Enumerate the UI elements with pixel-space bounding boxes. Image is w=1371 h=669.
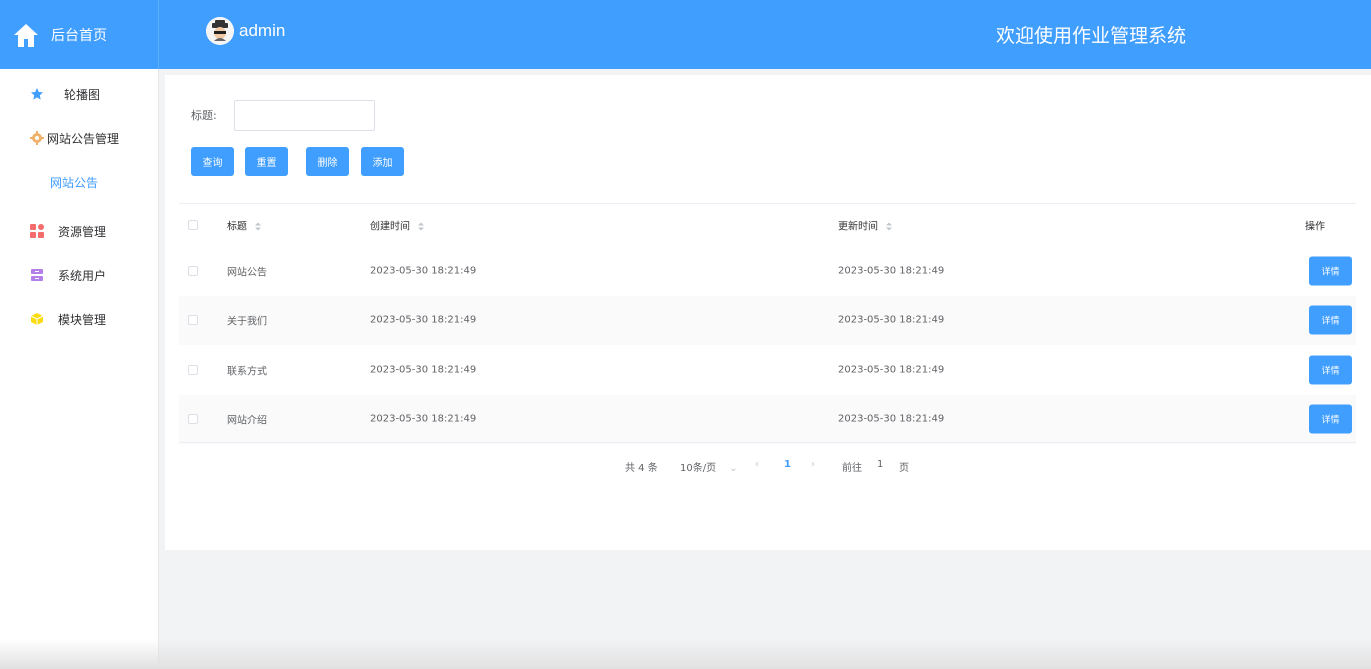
sidebar-item-notice[interactable]: 网站公告 [0,162,158,202]
detail-button[interactable]: 详情 [1309,305,1352,335]
cube-icon [30,312,44,326]
home-link[interactable]: 后台首页 [0,0,159,69]
column-header-created[interactable]: 创建时间 [370,218,425,233]
row-updated: 2023-05-30 18:21:49 [838,265,945,277]
table-bottom-border [179,442,1356,443]
goto-suffix: 页 [899,463,909,474]
avatar [206,17,234,45]
column-header-updated[interactable]: 更新时间 [838,218,893,233]
main-panel: 标题: 查询 重置 删除 添加 标题 创建时间 更新时间 操作 网站公告 202… [165,75,1371,550]
home-icon [12,21,40,49]
sidebar: 轮播图 网站公告管理 网站公告 资源管理 系统用户 模块管理 [0,69,159,669]
goto-page-input[interactable]: 1 [877,459,883,470]
row-title: 网站介绍 [227,415,267,427]
sort-icon[interactable] [885,222,893,232]
next-page-icon[interactable]: › [811,459,815,470]
row-title: 网站公告 [227,267,267,279]
sidebar-item-resources[interactable]: 资源管理 [0,211,158,251]
top-header: 后台首页 admin 欢迎使用作业管理系统 [0,0,1371,69]
row-title: 关于我们 [227,316,267,328]
row-updated: 2023-05-30 18:21:49 [838,413,945,425]
delete-button[interactable]: 删除 [306,147,349,176]
sidebar-item-modules[interactable]: 模块管理 [0,299,158,339]
sidebar-item-system-users[interactable]: 系统用户 [0,255,158,295]
table-row: 网站公告 2023-05-30 18:21:49 2023-05-30 18:2… [179,246,1356,296]
row-title: 联系方式 [227,366,267,378]
sidebar-item-label: 轮播图 [64,87,101,102]
pagination-total: 共 4 条 [625,463,658,474]
sort-icon[interactable] [254,222,262,232]
table-row: 网站介绍 2023-05-30 18:21:49 2023-05-30 18:2… [179,394,1356,444]
grid-icon [30,224,44,238]
reset-button[interactable]: 重置 [245,147,288,176]
add-button[interactable]: 添加 [361,147,404,176]
archive-icon [30,268,44,282]
column-header-actions: 操作 [1305,221,1325,233]
column-header-label: 更新时间 [838,221,878,233]
sidebar-item-label: 模块管理 [58,312,107,327]
title-search-input[interactable] [234,100,375,131]
row-checkbox[interactable] [188,414,198,425]
sidebar-item-label: 网站公告管理 [47,131,120,146]
row-updated: 2023-05-30 18:21:49 [838,314,945,326]
user-info[interactable]: admin [206,17,285,45]
row-checkbox[interactable] [188,265,198,276]
query-button[interactable]: 查询 [191,147,234,176]
row-checkbox[interactable] [188,315,198,326]
column-header-label: 创建时间 [370,221,410,233]
bottom-shadow [0,639,1371,669]
table-row: 联系方式 2023-05-30 18:21:49 2023-05-30 18:2… [179,345,1356,395]
page-size-label: 10条/页 [680,463,717,474]
column-header-label: 标题 [227,221,247,233]
sort-icon[interactable] [417,222,425,232]
row-updated: 2023-05-30 18:21:49 [838,364,945,376]
table-row: 关于我们 2023-05-30 18:21:49 2023-05-30 18:2… [179,295,1356,345]
table-header: 标题 创建时间 更新时间 操作 [179,204,1356,246]
star-icon [30,87,44,101]
prev-page-icon[interactable]: ‹ [755,459,759,470]
page-size-select[interactable]: 10条/页 ⌄ [680,459,738,474]
sidebar-item-carousel[interactable]: 轮播图 [0,74,158,114]
sidebar-item-label: 系统用户 [58,268,107,283]
select-all-checkbox[interactable] [188,220,198,230]
detail-button[interactable]: 详情 [1309,355,1352,385]
system-title: 欢迎使用作业管理系统 [996,25,1187,47]
row-created: 2023-05-30 18:21:49 [370,364,477,376]
row-created: 2023-05-30 18:21:49 [370,265,477,277]
detail-button[interactable]: 详情 [1309,404,1352,434]
chevron-down-icon: ⌄ [729,463,738,474]
row-created: 2023-05-30 18:21:49 [370,413,477,425]
username: admin [239,21,286,40]
sidebar-item-notice-management[interactable]: 网站公告管理 [0,118,158,158]
row-created: 2023-05-30 18:21:49 [370,314,477,326]
home-label: 后台首页 [51,27,107,44]
column-header-title[interactable]: 标题 [227,218,262,233]
goto-prefix: 前往 [842,463,862,474]
row-checkbox[interactable] [188,364,198,375]
page-number-current[interactable]: 1 [784,459,791,470]
sidebar-item-label: 网站公告 [50,175,99,190]
sidebar-item-label: 资源管理 [58,224,107,239]
gear-icon [30,131,44,145]
detail-button[interactable]: 详情 [1309,256,1352,286]
notice-table: 标题 创建时间 更新时间 操作 网站公告 2023-05-30 18:21:49… [179,203,1356,444]
title-search-label: 标题: [191,109,217,122]
